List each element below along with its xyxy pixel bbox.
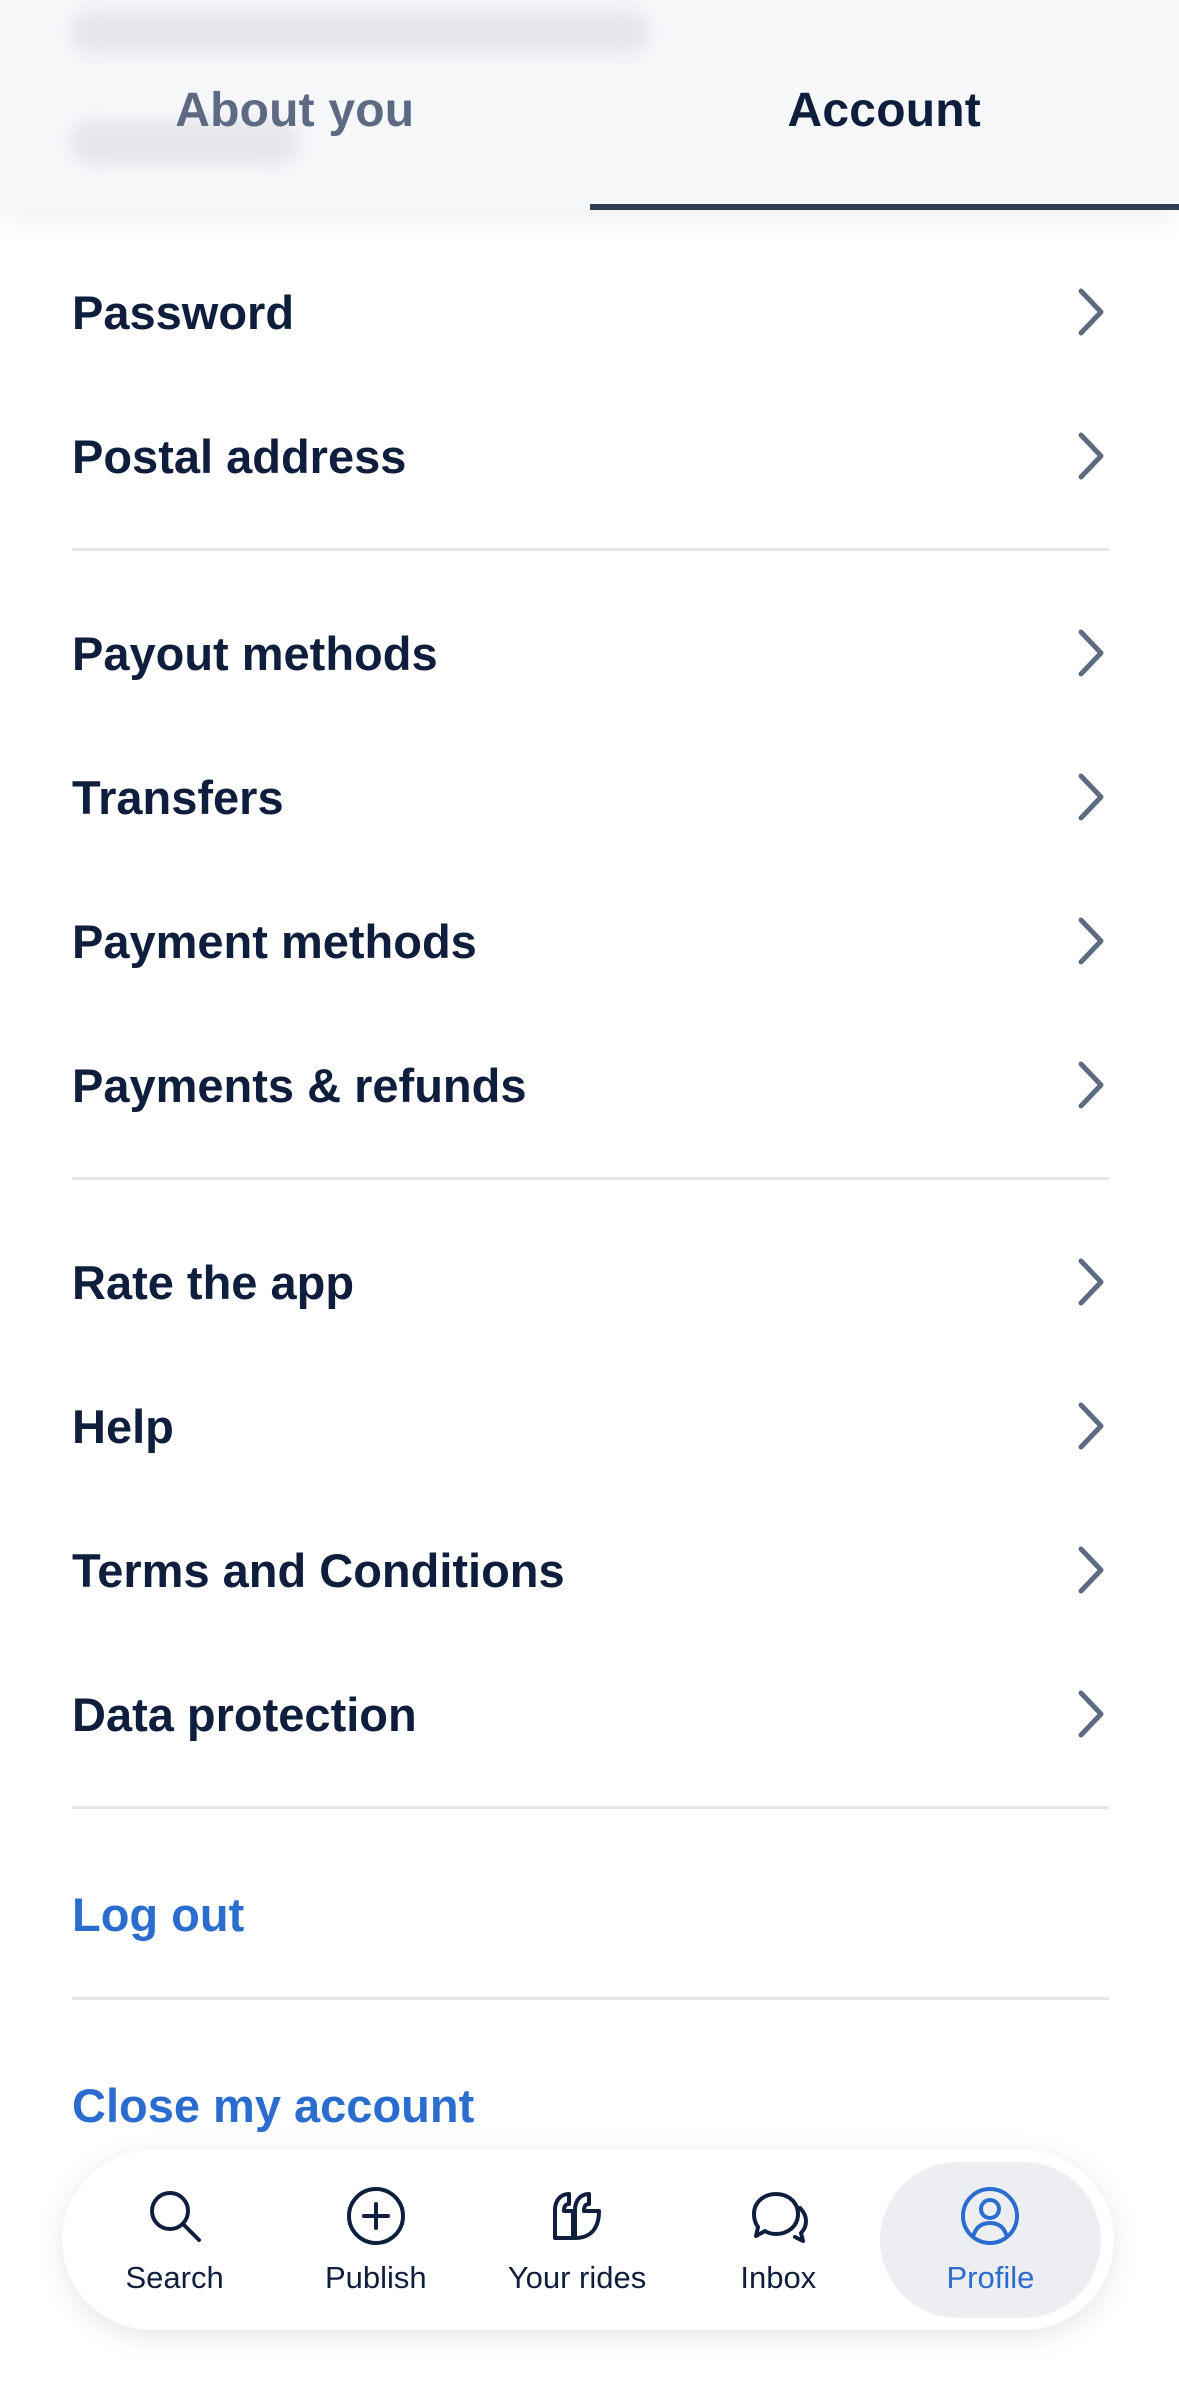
menu-item-label: Transfers [72, 770, 284, 824]
nav-label: Publish [324, 2260, 427, 2295]
menu-item-transfers[interactable]: Transfers [0, 725, 1179, 869]
blurred-background-row [70, 10, 650, 54]
nav-publish[interactable]: Publish [276, 2162, 475, 2318]
chevron-right-icon [1073, 1687, 1109, 1741]
menu-item-password[interactable]: Password [0, 240, 1179, 384]
chevron-right-icon [1073, 1255, 1109, 1309]
tab-account[interactable]: Account [589, 55, 1179, 210]
menu-item-payout-methods[interactable]: Payout methods [0, 581, 1179, 725]
chevron-right-icon [1073, 770, 1109, 824]
nav-label: Search [125, 2260, 224, 2295]
section-divider [72, 548, 1109, 551]
nav-profile[interactable]: Profile [879, 2162, 1101, 2318]
menu-item-label: Postal address [72, 429, 407, 483]
menu-item-label: Help [72, 1399, 174, 1453]
menu-item-label: Password [72, 285, 295, 339]
menu-item-postal-address[interactable]: Postal address [0, 384, 1179, 528]
section-divider [72, 1806, 1109, 1809]
nav-inbox[interactable]: Inbox [679, 2162, 878, 2318]
menu-item-data-protection[interactable]: Data protection [0, 1642, 1179, 1786]
menu-item-label: Rate the app [72, 1255, 355, 1309]
chat-icon [752, 2192, 809, 2243]
chevron-right-icon [1073, 1058, 1109, 1112]
menu-item-label: Terms and Conditions [72, 1543, 565, 1597]
logout-link[interactable]: Log out [0, 1839, 1179, 1989]
chevron-right-icon [1073, 626, 1109, 680]
close-account-label: Close my account [72, 2078, 475, 2132]
menu-item-payment-methods[interactable]: Payment methods [0, 869, 1179, 1013]
nav-label: Profile [946, 2260, 1035, 2295]
menu-item-label: Payout methods [72, 626, 438, 680]
plus-circle-icon [346, 2187, 405, 2245]
tab-header: About you Account [0, 0, 1179, 210]
rides-icon [553, 2192, 602, 2240]
menu-item-label: Payments & refunds [72, 1058, 527, 1112]
menu-item-label: Data protection [72, 1687, 417, 1741]
section-divider [72, 1997, 1109, 2000]
nav-label: Your rides [507, 2260, 647, 2295]
chevron-right-icon [1073, 285, 1109, 339]
nav-your-rides[interactable]: Your rides [477, 2162, 676, 2318]
chevron-right-icon [1073, 1399, 1109, 1453]
menu-item-help[interactable]: Help [0, 1354, 1179, 1498]
tab-bar: About you Account [0, 55, 1179, 210]
nav-search[interactable]: Search [75, 2162, 274, 2318]
chevron-right-icon [1073, 914, 1109, 968]
logout-label: Log out [72, 1887, 245, 1941]
tab-about-you[interactable]: About you [0, 55, 590, 210]
search-icon [149, 2191, 201, 2242]
menu-item-terms-and-conditions[interactable]: Terms and Conditions [0, 1498, 1179, 1642]
menu-item-rate-the-app[interactable]: Rate the app [0, 1210, 1179, 1354]
chevron-right-icon [1073, 1543, 1109, 1597]
section-divider [72, 1177, 1109, 1180]
account-menu: Password Postal address Payout methods T… [0, 240, 1179, 2180]
nav-label: Inbox [740, 2260, 817, 2295]
bottom-nav: Search Publish Your rides Inbox Profile [62, 2150, 1114, 2330]
menu-item-payments-refunds[interactable]: Payments & refunds [0, 1013, 1179, 1157]
profile-icon [961, 2187, 1020, 2245]
chevron-right-icon [1073, 429, 1109, 483]
menu-item-label: Payment methods [72, 914, 477, 968]
